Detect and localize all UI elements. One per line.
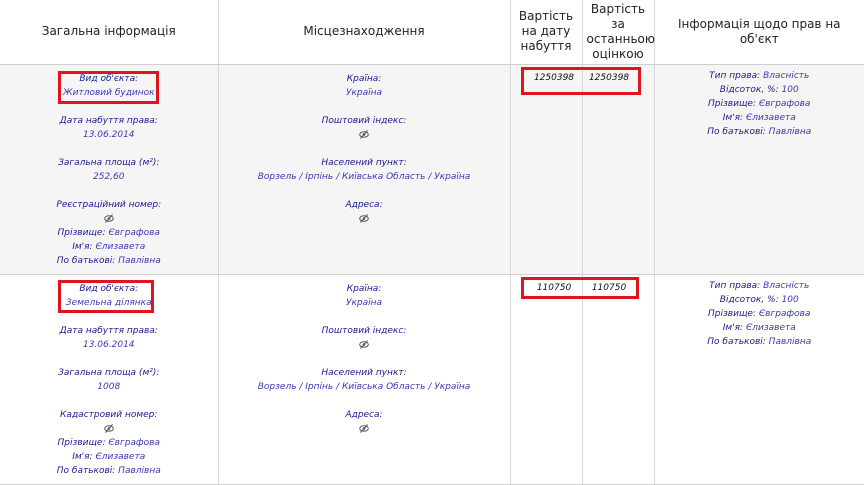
owner-patronymic-label: По батькові: [707, 336, 766, 347]
general-cell: Вид об'єкта: Земельна ділянка Дата набут… [0, 274, 219, 485]
object-type-label: Вид об'єкта: [79, 283, 139, 294]
owner-name-value: Єлизавета [745, 322, 796, 333]
rights-cell: Тип права: Власність Відсоток, %: 100 Пр… [654, 274, 864, 485]
declaration-table: Загальна інформація Місцезнаходження Вар… [0, 0, 864, 485]
surname-value: Євграфова [108, 437, 160, 448]
percent-value: 100 [781, 294, 799, 305]
value-acquisition: 110750 [536, 282, 572, 293]
name-value: Єлизавета [95, 241, 146, 252]
header-general: Загальна інформація [0, 0, 219, 65]
right-type-value: Власність [763, 280, 810, 291]
reg-number-label: Реєстраційний номер: [56, 199, 162, 210]
right-type-label: Тип права: [709, 280, 761, 291]
postal-label: Поштовий індекс: [321, 325, 407, 336]
country-value: Україна [345, 297, 383, 308]
object-type-value: Житловий будинок [62, 87, 155, 98]
value-last: 110750 [591, 282, 627, 293]
owner-name-label: Ім'я: [722, 112, 744, 123]
name-label: Ім'я: [72, 451, 93, 462]
percent-value: 100 [781, 84, 799, 95]
right-type-label: Тип права: [709, 70, 761, 81]
percent-label: Відсоток, %: [719, 294, 779, 305]
acq-date-value: 13.06.2014 [82, 339, 135, 350]
value-acquisition: 1250398 [533, 72, 575, 83]
general-cell: Вид об'єкта: Житловий будинок Дата набут… [0, 64, 219, 275]
country-value: Україна [345, 87, 383, 98]
header-rights: Інформація щодо прав на об'єкт [654, 0, 864, 65]
patronymic-label: По батькові: [56, 255, 116, 266]
patronymic-value: Павлівна [118, 255, 161, 266]
table-row: Вид об'єкта: Житловий будинок Дата набут… [0, 64, 864, 275]
cadastral-number-label: Кадастровий номер: [60, 409, 158, 420]
address-label: Адреса: [345, 199, 383, 210]
owner-patronymic-value: Павлівна [768, 126, 812, 137]
surname-value: Євграфова [108, 227, 160, 238]
country-label: Країна: [346, 283, 382, 294]
object-type-value: Земельна ділянка [65, 297, 152, 308]
settlement-value: Ворзель / Ірпінь / Київська Область / Ук… [257, 381, 471, 392]
location-cell: Країна: Україна Поштовий індекс: Населен… [218, 64, 511, 275]
table-row: Вид об'єкта: Земельна ділянка Дата набут… [0, 274, 864, 485]
value-acquisition-cell: 1250398 [510, 64, 583, 275]
country-label: Країна: [346, 73, 382, 84]
patronymic-label: По батькові: [56, 465, 116, 476]
header-value-acquisition: Вартість на дату набуття [510, 0, 583, 65]
right-type-value: Власність [763, 70, 810, 81]
hidden-eye-icon [359, 423, 369, 433]
surname-label: Прізвище: [57, 437, 106, 448]
hidden-eye-icon [359, 339, 369, 349]
location-cell: Країна: Україна Поштовий індекс: Населен… [218, 274, 511, 485]
hidden-eye-icon [103, 423, 114, 433]
area-value: 252,60 [93, 171, 125, 182]
acq-date-value: 13.06.2014 [82, 129, 135, 140]
value-last-cell: 1250398 [582, 64, 655, 275]
object-type-label: Вид об'єкта: [79, 73, 139, 84]
name-value: Єлизавета [95, 451, 146, 462]
header-row: Загальна інформація Місцезнаходження Вар… [0, 0, 864, 65]
value-acquisition-cell: 110750 [510, 274, 583, 485]
name-label: Ім'я: [72, 241, 93, 252]
hidden-eye-icon [103, 213, 114, 223]
acq-date-label: Дата набуття права: [59, 325, 158, 336]
header-value-last: Вартість за останньою оцінкою [582, 0, 655, 65]
settlement-value: Ворзель / Ірпінь / Київська Область / Ук… [257, 171, 471, 182]
owner-surname-value: Євграфова [758, 98, 811, 109]
owner-patronymic-label: По батькові: [707, 126, 766, 137]
hidden-eye-icon [359, 213, 369, 223]
percent-label: Відсоток, %: [719, 84, 779, 95]
owner-patronymic-value: Павлівна [768, 336, 812, 347]
header-location: Місцезнаходження [218, 0, 511, 65]
area-value: 1008 [97, 381, 121, 392]
hidden-eye-icon [359, 129, 369, 139]
owner-surname-value: Євграфова [758, 308, 811, 319]
acq-date-label: Дата набуття права: [59, 115, 158, 126]
rights-cell: Тип права: Власність Відсоток, %: 100 Пр… [654, 64, 864, 275]
owner-surname-label: Прізвище: [708, 98, 756, 109]
value-last-cell: 110750 [582, 274, 655, 485]
settlement-label: Населений пункт: [321, 367, 407, 378]
owner-name-label: Ім'я: [722, 322, 744, 333]
postal-label: Поштовий індекс: [321, 115, 407, 126]
value-last: 1250398 [588, 72, 630, 83]
area-label: Загальна площа (м²): [58, 157, 160, 168]
area-label: Загальна площа (м²): [58, 367, 160, 378]
patronymic-value: Павлівна [118, 465, 161, 476]
owner-name-value: Єлизавета [745, 112, 796, 123]
settlement-label: Населений пункт: [321, 157, 407, 168]
owner-surname-label: Прізвище: [708, 308, 756, 319]
surname-label: Прізвище: [57, 227, 106, 238]
address-label: Адреса: [345, 409, 383, 420]
